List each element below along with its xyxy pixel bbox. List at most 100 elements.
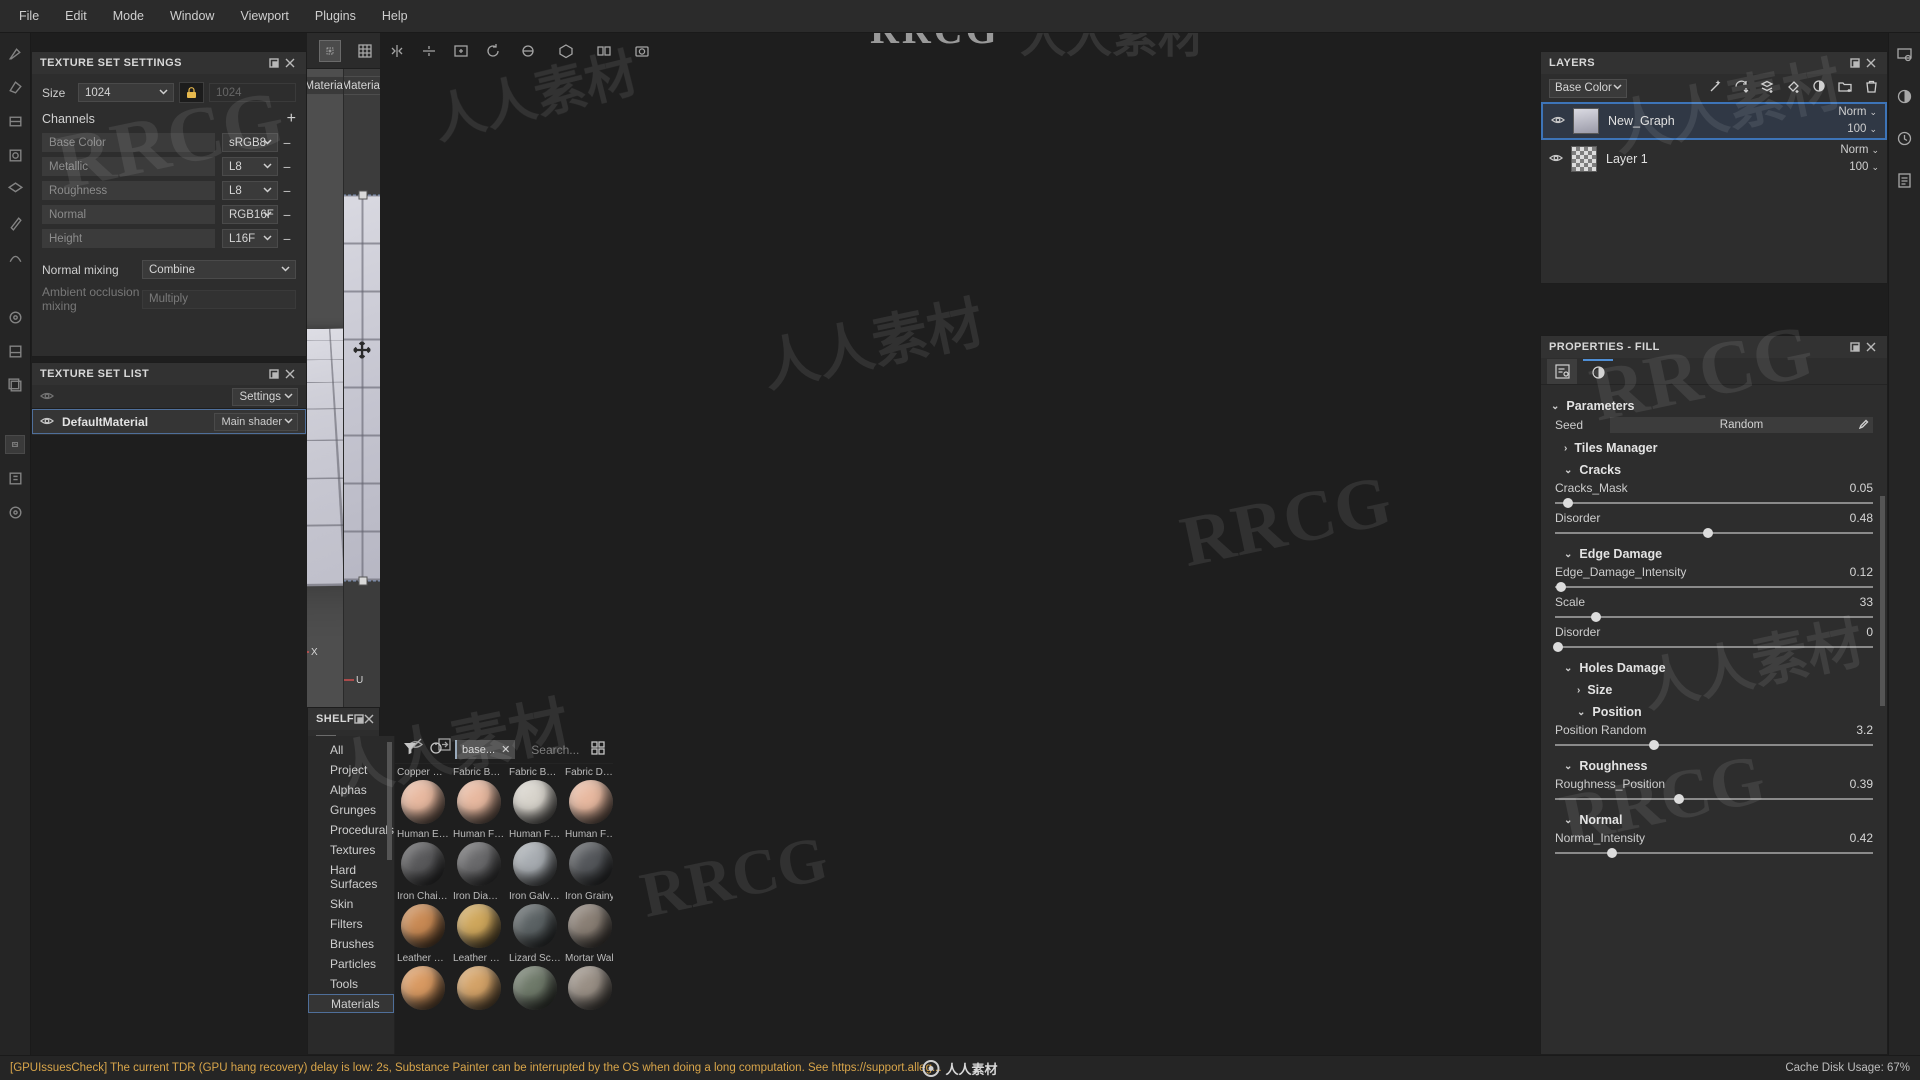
- close-icon[interactable]: [282, 366, 298, 382]
- close-icon[interactable]: [1863, 339, 1879, 355]
- property-group-roughness[interactable]: ⌄ Roughness: [1564, 759, 1873, 773]
- stencil-icon[interactable]: [5, 145, 25, 165]
- menu-item-plugins[interactable]: Plugins: [302, 4, 369, 28]
- shelf-filter-tag[interactable]: base... ✕: [455, 740, 516, 759]
- screenshot-icon[interactable]: [631, 40, 653, 62]
- clone-icon[interactable]: [5, 375, 25, 395]
- slider-track[interactable]: [1555, 739, 1873, 751]
- menu-item-edit[interactable]: Edit: [52, 4, 100, 28]
- property-slider-edge-damage-intensity[interactable]: Edge_Damage_Intensity 0.12: [1555, 565, 1873, 593]
- float-panel-icon[interactable]: [354, 711, 364, 727]
- size-secondary-field[interactable]: 1024: [209, 83, 296, 102]
- slider-knob[interactable]: [1553, 642, 1564, 652]
- slider-track[interactable]: [1553, 641, 1873, 653]
- transform-handle[interactable]: [358, 576, 367, 586]
- size-select[interactable]: 1024: [78, 83, 174, 102]
- close-icon[interactable]: ✕: [501, 743, 510, 756]
- slider-knob[interactable]: [1607, 848, 1618, 858]
- history-icon[interactable]: [1894, 127, 1916, 149]
- texture-set-row-defaultmaterial[interactable]: DefaultMaterial Main shader: [32, 409, 306, 434]
- property-group-size[interactable]: › Size: [1577, 683, 1873, 697]
- channel-row[interactable]: Normal RGB16F −: [42, 205, 296, 224]
- property-slider-disorder[interactable]: Disorder 0.48: [1555, 511, 1873, 539]
- viewport-2d[interactable]: Material U V: [343, 69, 380, 707]
- eye-icon[interactable]: [1548, 152, 1564, 166]
- slider-track[interactable]: [1555, 611, 1873, 623]
- delete-layer-icon[interactable]: [1864, 79, 1879, 97]
- property-group-position[interactable]: ⌄ Position: [1577, 705, 1873, 719]
- close-icon[interactable]: [364, 711, 374, 727]
- ao-mixing-select[interactable]: Multiply: [142, 289, 296, 309]
- shelf-category-textures[interactable]: Textures: [308, 840, 394, 860]
- shelf-category-particles[interactable]: Particles: [308, 954, 394, 974]
- pencil-icon[interactable]: [1858, 419, 1869, 432]
- shelf-asset-item[interactable]: Lizard Scales: [507, 950, 563, 1012]
- filter-icon[interactable]: [403, 741, 417, 758]
- slider-knob[interactable]: [1648, 740, 1659, 750]
- menu-item-mode[interactable]: Mode: [100, 4, 157, 28]
- magic-wand-icon[interactable]: [1708, 79, 1723, 97]
- brush-icon[interactable]: [5, 43, 25, 63]
- shelf-asset-item[interactable]: Human Fac...: [451, 826, 507, 888]
- property-group-cracks[interactable]: ⌄ Cracks: [1564, 463, 1873, 477]
- layer-row[interactable]: New_Graph Norm ⌄ 100 ⌄: [1541, 102, 1887, 140]
- viewport-3d[interactable]: Material X Y Z: [307, 69, 343, 707]
- material-tab-icon[interactable]: [1583, 359, 1613, 384]
- shelf-category-tools[interactable]: Tools: [308, 974, 394, 994]
- float-panel-icon[interactable]: [1847, 55, 1863, 71]
- channel-row[interactable]: Height L16F −: [42, 229, 296, 248]
- shelf-asset-item[interactable]: Fabric Bam...: [451, 764, 507, 826]
- 3d-view-icon[interactable]: [555, 40, 577, 62]
- menu-item-window[interactable]: Window: [157, 4, 227, 28]
- float-panel-icon[interactable]: [266, 366, 282, 382]
- shelf-asset-item[interactable]: Human For...: [563, 826, 613, 888]
- shelf-asset-item[interactable]: Iron Galvan...: [507, 888, 563, 950]
- close-icon[interactable]: [1863, 55, 1879, 71]
- refresh-icon[interactable]: [429, 741, 443, 758]
- shelf-category-all[interactable]: All: [308, 740, 394, 760]
- layers-stack-icon[interactable]: [5, 468, 25, 488]
- slider-knob[interactable]: [1702, 528, 1713, 538]
- property-group-edge-damage[interactable]: ⌄ Edge Damage: [1564, 547, 1873, 561]
- property-group-tiles-manager[interactable]: › Tiles Manager: [1564, 441, 1873, 455]
- add-layer-icon[interactable]: [1760, 79, 1775, 97]
- eraser-icon[interactable]: [5, 77, 25, 97]
- shelf-category-skin[interactable]: Skin: [308, 894, 394, 914]
- shelf-asset-item[interactable]: Mortar Wall: [563, 950, 613, 1012]
- log-icon[interactable]: [1894, 169, 1916, 191]
- 2d-3d-view-icon[interactable]: [593, 40, 615, 62]
- menu-item-file[interactable]: File: [6, 4, 52, 28]
- property-slider-position-random[interactable]: Position Random 3.2: [1555, 723, 1873, 751]
- refresh-layer-icon[interactable]: [1734, 79, 1749, 97]
- material-view-icon[interactable]: [517, 40, 539, 62]
- seed-random-button[interactable]: Random: [1610, 417, 1873, 433]
- viewport-3d-material-dropdown[interactable]: Material: [307, 76, 343, 95]
- shelf-category-hard-surfaces[interactable]: Hard Surfaces: [308, 860, 394, 894]
- shelf-asset-item[interactable]: Human Eye...: [395, 826, 451, 888]
- layer-blend-settings[interactable]: Norm ⌄ 100 ⌄: [1838, 104, 1877, 138]
- projection-icon[interactable]: [5, 111, 25, 131]
- shelf-category-procedurals[interactable]: Procedurals: [308, 820, 394, 840]
- add-effect-icon[interactable]: [1812, 79, 1827, 97]
- particles-icon[interactable]: [5, 307, 25, 327]
- remove-channel-icon[interactable]: −: [278, 159, 296, 175]
- channel-format-select[interactable]: sRGB8: [222, 133, 278, 152]
- channel-format-select[interactable]: L8: [222, 181, 278, 200]
- channel-format-select[interactable]: RGB16F: [222, 205, 278, 224]
- slider-track[interactable]: [1555, 581, 1873, 593]
- slider-track[interactable]: [1555, 847, 1873, 859]
- viewport-2d-material-dropdown[interactable]: Material: [344, 76, 380, 95]
- grid-view-icon[interactable]: [591, 741, 605, 758]
- symmetry-axis-icon[interactable]: [421, 40, 437, 62]
- shader-select[interactable]: Main shader: [214, 412, 298, 431]
- environment-icon[interactable]: [1894, 85, 1916, 107]
- shelf-asset-item[interactable]: Human Fe...: [507, 826, 563, 888]
- slider-knob[interactable]: [1562, 498, 1573, 508]
- float-panel-icon[interactable]: [1847, 339, 1863, 355]
- layer-row[interactable]: Layer 1 Norm ⌄ 100 ⌄: [1541, 140, 1887, 178]
- remove-channel-icon[interactable]: −: [278, 231, 296, 247]
- shelf-asset-item[interactable]: Iron Diamo...: [451, 888, 507, 950]
- transform-handle[interactable]: [358, 190, 367, 200]
- paint-icon[interactable]: [5, 213, 25, 233]
- slider-knob[interactable]: [1591, 612, 1602, 622]
